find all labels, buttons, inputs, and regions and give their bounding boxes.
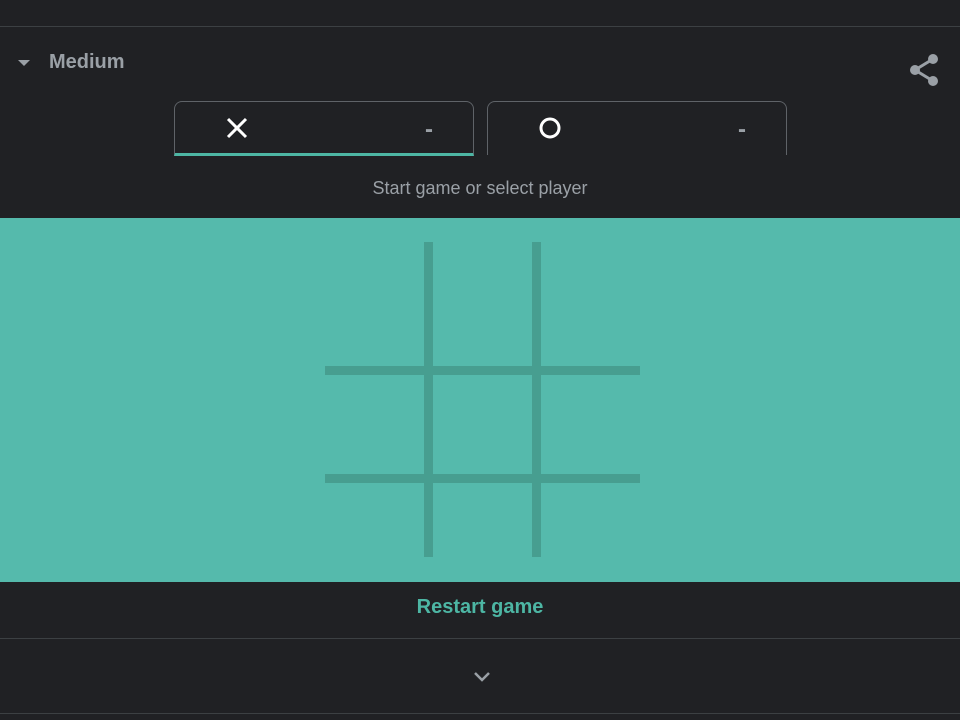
- status-message: Start game or select player: [372, 178, 588, 198]
- footer-divider: [0, 713, 960, 714]
- chevron-down-icon[interactable]: [471, 665, 493, 687]
- player-x-card[interactable]: -: [174, 101, 474, 156]
- player-x-score: -: [425, 116, 433, 143]
- restart-game-button[interactable]: Restart game: [417, 596, 544, 619]
- game-header: Medium: [0, 27, 960, 101]
- board-cell-1[interactable]: [325, 262, 430, 367]
- bottom-divider: [0, 638, 960, 639]
- player-o-score: -: [738, 116, 746, 143]
- board-cell-9[interactable]: [541, 478, 646, 583]
- share-icon[interactable]: [908, 53, 940, 87]
- board-cell-8[interactable]: [433, 478, 538, 583]
- restart-row: Restart game: [0, 596, 960, 619]
- difficulty-label: Medium: [49, 51, 125, 73]
- board-cell-5[interactable]: [433, 370, 538, 475]
- caret-down-icon: [18, 59, 30, 66]
- board-cell-2[interactable]: [433, 262, 538, 367]
- game-board: [325, 242, 640, 557]
- board-cell-4[interactable]: [325, 370, 430, 475]
- o-mark-icon: [539, 117, 561, 139]
- board-area: [0, 218, 960, 582]
- player-o-card[interactable]: -: [487, 101, 787, 155]
- board-cell-6[interactable]: [541, 370, 646, 475]
- board-cell-3[interactable]: [541, 262, 646, 367]
- board-cell-7[interactable]: [325, 478, 430, 583]
- difficulty-selector[interactable]: Medium: [18, 51, 125, 74]
- x-mark-icon: [226, 117, 248, 139]
- player-selector: - -: [174, 101, 787, 156]
